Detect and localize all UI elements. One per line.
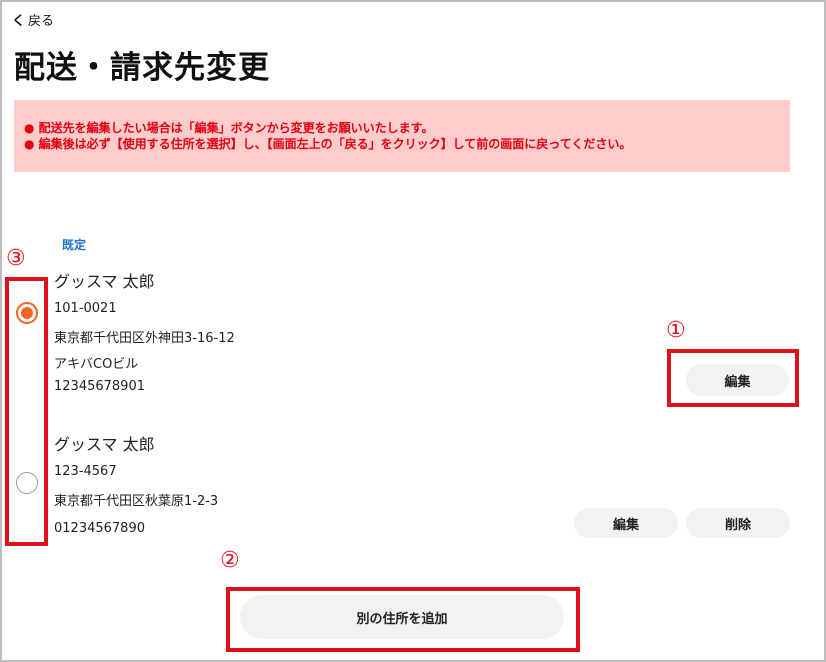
notice-line-1: ● 配送先を編集したい場合は「編集」ボタンから変更をお願いいたします。 (24, 121, 434, 135)
edit-button-1[interactable]: 編集 (686, 364, 789, 396)
add-address-button[interactable]: 別の住所を追加 (240, 595, 564, 639)
address-radio-1[interactable] (16, 302, 38, 324)
notice-box: ● 配送先を編集したい場合は「編集」ボタンから変更をお願いいたします。 ● 編集… (14, 100, 790, 172)
page-title: 配送・請求先変更 (14, 50, 270, 86)
annotation-2: ② (220, 548, 240, 573)
address-postal: 123-4567 (54, 464, 117, 479)
address-name: グッスマ 太郎 (54, 435, 155, 454)
chevron-left-icon: く (12, 14, 26, 29)
notice-line-2: ● 編集後は必ず【使用する住所を選択】し、【画面左上の「戻る」をクリック】して前… (24, 137, 632, 151)
address-radio-2[interactable] (16, 472, 38, 494)
edit-button-2[interactable]: 編集 (574, 508, 678, 538)
address-line1: 東京都千代田区秋葉原1-2-3 (54, 494, 219, 509)
back-label: 戻る (28, 14, 55, 29)
address-line2: アキバCOビル (54, 357, 139, 372)
address-phone: 12345678901 (54, 379, 145, 394)
delete-button-2[interactable]: 削除 (686, 508, 790, 538)
address-line1: 東京都千代田区外神田3-16-12 (54, 331, 235, 346)
address-name: グッスマ 太郎 (54, 272, 155, 291)
default-badge: 既定 (62, 238, 87, 252)
address-phone: 01234567890 (54, 521, 145, 536)
back-link[interactable]: く 戻る (12, 10, 54, 29)
annotation-1: ① (666, 318, 686, 343)
address-postal: 101-0021 (54, 301, 117, 316)
annotation-3: ③ (6, 246, 26, 271)
